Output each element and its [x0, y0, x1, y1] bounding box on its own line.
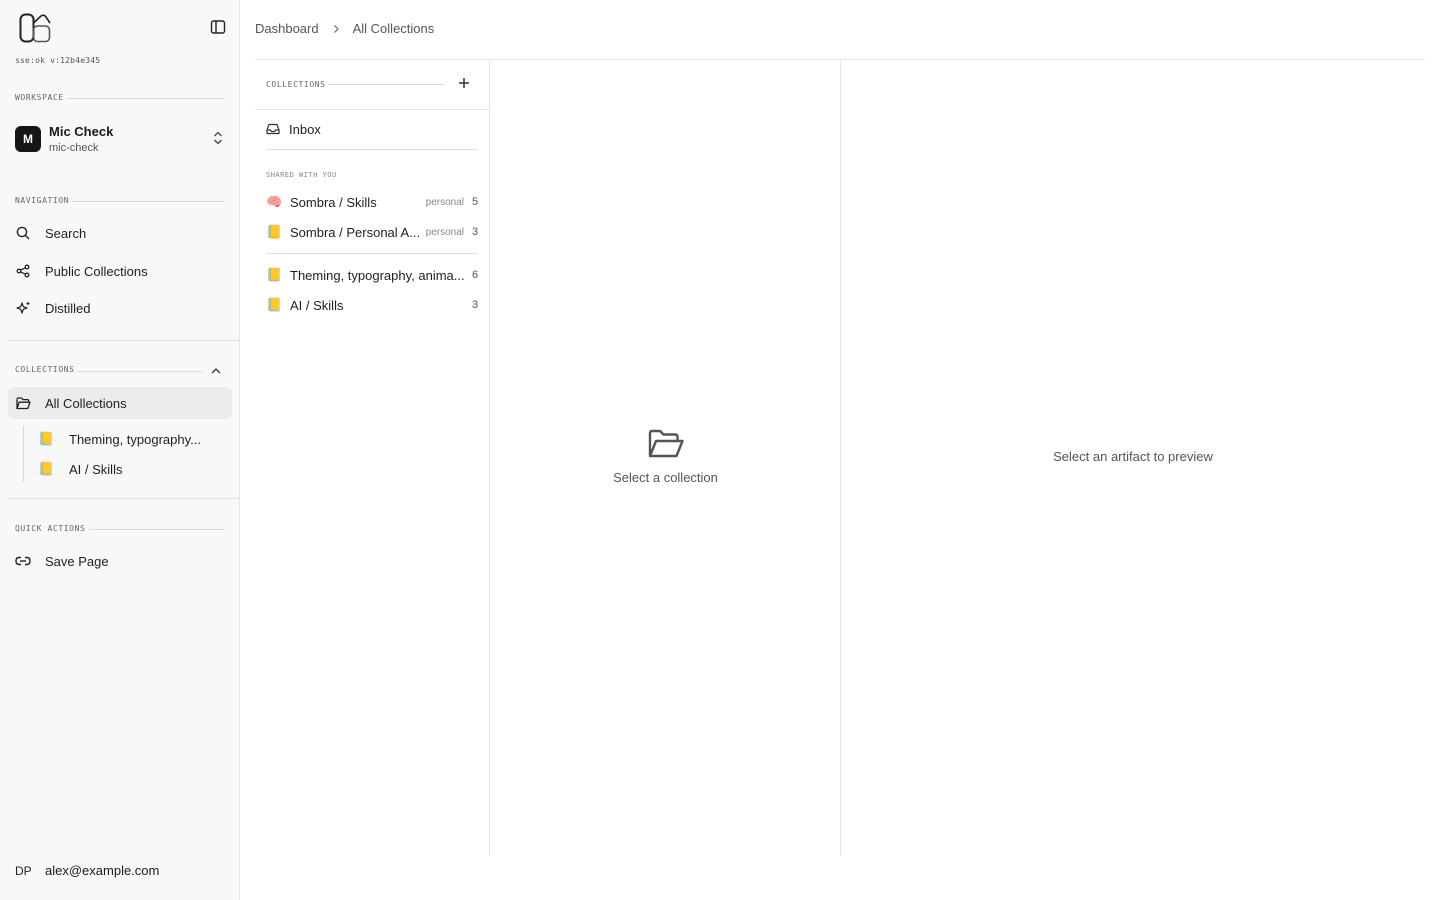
user-email: alex@example.com [45, 863, 160, 878]
section-divider [266, 253, 478, 254]
link-icon [15, 553, 31, 569]
collection-label: AI / Skills [69, 461, 123, 477]
inbox-item[interactable]: Inbox [266, 118, 478, 140]
panel-header-divider [255, 109, 490, 110]
sidebar-toggle-icon[interactable] [210, 19, 226, 35]
workspace-name: Mic Check [49, 124, 114, 139]
nav-search[interactable]: Search [8, 217, 232, 249]
folder-open-icon [648, 429, 684, 458]
inbox-label: Inbox [289, 121, 321, 137]
collection-count: 3 [472, 299, 479, 311]
breadcrumb-dashboard[interactable]: Dashboard [255, 21, 319, 36]
sidebar-collection-item[interactable]: 📒 AI / Skills [38, 456, 228, 482]
preview-empty-text: Select an artifact to preview [1053, 449, 1213, 464]
workspace-label: WORKSPACE [15, 93, 64, 102]
sidebar: sse:ok v:12b4e345 WORKSPACE M Mic Check … [0, 0, 240, 900]
collection-label: Theming, typography... [69, 431, 201, 447]
shared-with-you-label: SHARED WITH YOU [266, 171, 337, 179]
sparkles-icon [15, 300, 31, 316]
nav-label: Distilled [45, 300, 91, 316]
collection-count: 3 [472, 226, 479, 238]
search-icon [15, 225, 31, 241]
notebook-icon: 📒 [38, 431, 55, 446]
save-page-button[interactable]: Save Page [8, 545, 232, 577]
collection-name: Sombra / Skills [290, 194, 377, 210]
quick-actions-label: QUICK ACTIONS [15, 524, 86, 533]
section-divider [8, 498, 239, 499]
collection-tag: personal [425, 226, 464, 238]
section-divider [328, 84, 445, 85]
nav-all-collections[interactable]: All Collections [8, 387, 232, 419]
chevron-up-icon[interactable] [210, 366, 222, 376]
empty-state: Select a collection [490, 428, 841, 485]
workspace-avatar: M [15, 126, 41, 152]
section-divider [8, 340, 239, 341]
collection-tag: personal [425, 196, 464, 208]
collection-name: AI / Skills [290, 297, 344, 313]
section-divider [77, 371, 203, 372]
chevron-right-icon [333, 24, 339, 33]
collection-row[interactable]: 📒 AI / Skills 3 [266, 293, 478, 317]
collection-count: 6 [472, 269, 479, 281]
brain-icon: 🧠 [266, 194, 283, 209]
collection-row[interactable]: 📒 Theming, typography, anima... 6 [266, 263, 478, 287]
connection-status: sse:ok v:12b4e345 [15, 56, 101, 65]
nav-public-collections[interactable]: Public Collections [8, 255, 232, 287]
nav-label: All Collections [45, 395, 127, 411]
sidebar-collection-item[interactable]: 📒 Theming, typography... [38, 426, 228, 452]
nav-label: Save Page [45, 553, 109, 569]
user-menu[interactable]: DP alex@example.com [15, 863, 159, 878]
inbox-icon [266, 123, 280, 135]
section-divider [67, 98, 224, 99]
collection-row[interactable]: 🧠 Sombra / Skills personal 5 [266, 190, 478, 214]
workspace-slug: mic-check [49, 142, 99, 154]
nav-distilled[interactable]: Distilled [8, 292, 232, 324]
section-divider [72, 201, 224, 202]
breadcrumb: Dashboard All Collections [255, 21, 434, 36]
tree-guide-line [23, 426, 24, 482]
collection-name: Sombra / Personal A... [290, 224, 421, 240]
section-divider [89, 529, 224, 530]
app-logo[interactable] [19, 13, 51, 43]
preview-panel: Select an artifact to preview [841, 60, 1425, 856]
collection-count: 5 [472, 196, 479, 208]
workspace-switcher[interactable]: M Mic Check mic-check [15, 120, 227, 158]
collection-row[interactable]: 📒 Sombra / Personal A... personal 3 [266, 220, 478, 244]
folder-open-icon [15, 395, 31, 411]
navigation-label: NAVIGATION [15, 196, 70, 205]
add-collection-icon[interactable] [457, 76, 471, 90]
notebook-icon: 📒 [266, 297, 283, 312]
notebook-icon: 📒 [266, 224, 283, 239]
collection-name: Theming, typography, anima... [290, 267, 465, 283]
empty-state-text: Select a collection [613, 470, 718, 485]
chevron-updown-icon [214, 131, 222, 145]
collections-panel: COLLECTIONS Inbox SHARED WITH YOU 🧠 Somb… [255, 60, 490, 856]
collections-label: COLLECTIONS [15, 365, 75, 374]
artifacts-panel: Select a collection [490, 60, 841, 856]
user-avatar: DP [15, 863, 32, 878]
nav-label: Search [45, 225, 87, 241]
section-divider [266, 149, 478, 150]
nav-label: Public Collections [45, 263, 148, 279]
collections-panel-title: COLLECTIONS [266, 80, 326, 89]
notebook-icon: 📒 [266, 267, 283, 282]
notebook-icon: 📒 [38, 461, 55, 476]
share-icon [15, 263, 31, 279]
breadcrumb-current: All Collections [352, 21, 435, 36]
